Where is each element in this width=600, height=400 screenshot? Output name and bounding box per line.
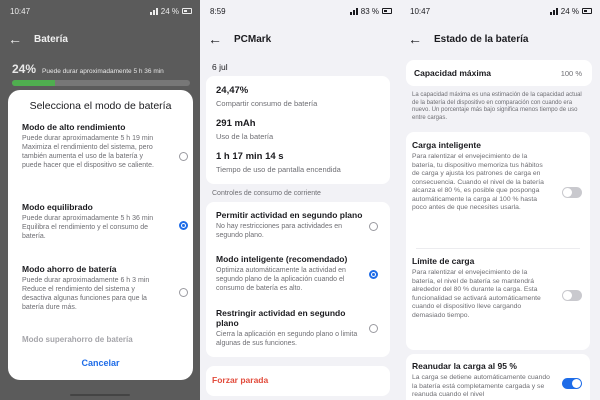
battery-duration-text: Puede durar aproximadamente 5 h 36 min <box>42 68 164 75</box>
page-title: Batería <box>34 33 68 45</box>
back-arrow-icon[interactable]: ← <box>208 32 222 46</box>
option-resume-95[interactable]: Reanudar la carga al 95 % La carga se de… <box>412 361 552 400</box>
battery-percent: 83 % <box>360 6 379 16</box>
power-controls-card: Permitir actividad en segundo plano No h… <box>206 202 390 357</box>
battery-icon <box>582 8 592 14</box>
battery-mode-sheet: Selecciona el modo de batería Modo de al… <box>8 90 193 380</box>
max-capacity-note: La capacidad máxima es una estimación de… <box>412 92 582 121</box>
stat-screen-time: 1 h 17 min 14 s Tiempo de uso de pantall… <box>216 151 341 174</box>
option-title: Modo ahorro de batería <box>22 264 117 274</box>
stat-label: Uso de la batería <box>216 132 274 141</box>
stat-value: 291 mAh <box>216 118 256 129</box>
battery-level-bar <box>12 80 190 86</box>
control-title: Permitir actividad en segundo plano <box>216 210 363 220</box>
radio-smart-mode[interactable] <box>369 270 378 279</box>
option-title: Modo de alto rendimiento <box>22 122 126 132</box>
toggle-smart-charging[interactable] <box>562 187 582 198</box>
option-battery-saver[interactable]: Modo ahorro de batería Puede durar aprox… <box>22 264 188 312</box>
status-time: 10:47 <box>10 6 31 16</box>
max-capacity-label: Capacidad máxima <box>414 68 492 78</box>
app-header: ← Batería <box>0 22 200 56</box>
battery-icon <box>382 8 392 14</box>
status-bar: 8:59 83 % <box>200 0 400 22</box>
option-description: Puede durar aproximadamente 5 h 19 min M… <box>22 135 154 169</box>
page-title: Estado de la batería <box>434 33 529 45</box>
stat-usage: 291 mAh Uso de la batería <box>216 118 273 141</box>
option-balanced[interactable]: Modo equilibrado Puede durar aproximadam… <box>22 202 188 241</box>
battery-level-text: 24% <box>12 62 37 76</box>
option-smart-charging[interactable]: Carga inteligente Para ralentizar el env… <box>412 140 552 213</box>
battery-health-screen: 10:47 24 % ← Estado de la batería Capaci… <box>400 0 600 400</box>
back-arrow-icon[interactable]: ← <box>408 32 422 46</box>
option-description: Puede durar aproximadamente 5 h 36 min E… <box>22 215 154 240</box>
signal-icon <box>549 7 558 15</box>
force-stop-button[interactable]: Forzar parada <box>212 375 268 385</box>
battery-summary: 24% Puede durar aproximadamente 5 h 36 m… <box>12 62 164 76</box>
option-high-performance[interactable]: Modo de alto rendimiento Puede durar apr… <box>22 122 188 170</box>
app-battery-screen: 8:59 83 % ← PCMark 6 jul 24,47% Comparti… <box>200 0 400 400</box>
option-title: Reanudar la carga al 95 % <box>412 361 517 371</box>
control-allow-background[interactable]: Permitir actividad en segundo plano No h… <box>216 210 366 240</box>
option-description: Para ralentizar el envejecimiento de la … <box>412 269 541 319</box>
stat-label: Compartir consumo de batería <box>216 99 318 108</box>
toggle-charge-limit[interactable] <box>562 290 582 301</box>
battery-mode-screen: 10:47 24 % ← Batería 24% Puede durar apr… <box>0 0 200 400</box>
option-title: Carga inteligente <box>412 140 481 150</box>
control-title: Restringir actividad en segundo plano <box>216 308 346 328</box>
back-arrow-icon[interactable]: ← <box>8 32 22 46</box>
section-label: Controles de consumo de corriente <box>212 190 321 197</box>
signal-icon <box>349 7 358 15</box>
control-restrict-background[interactable]: Restringir actividad en segundo plano Ci… <box>216 308 366 348</box>
max-capacity-value: 100 % <box>560 69 582 78</box>
radio-battery-saver[interactable] <box>179 288 188 297</box>
toggle-resume-95[interactable] <box>562 378 582 389</box>
battery-level-fill <box>12 80 55 86</box>
option-description: Puede durar aproximadamente 6 h 3 min Re… <box>22 277 150 311</box>
control-description: Cierra la aplicación en segundo plano o … <box>216 331 358 347</box>
charging-options-card: Carga inteligente Para ralentizar el env… <box>406 132 590 350</box>
stat-label: Tiempo de uso de pantalla encendida <box>216 165 341 174</box>
usage-date: 6 jul <box>212 62 228 72</box>
page-title: PCMark <box>234 33 272 45</box>
sheet-title: Selecciona el modo de batería <box>29 100 172 112</box>
control-title: Modo inteligente (recomendado) <box>216 254 348 264</box>
option-title: Modo equilibrado <box>22 202 93 212</box>
battery-percent: 24 % <box>160 6 179 16</box>
option-charge-limit[interactable]: Límite de carga Para ralentizar el envej… <box>412 256 552 320</box>
status-time: 8:59 <box>210 6 226 16</box>
resume-charge-card: Reanudar la carga al 95 % La carga se de… <box>406 354 590 400</box>
radio-allow-background[interactable] <box>369 222 378 231</box>
radio-restrict-background[interactable] <box>369 324 378 333</box>
stat-value: 1 h 17 min 14 s <box>216 151 284 162</box>
divider <box>416 248 580 249</box>
option-description: Para ralentizar el envejecimiento de la … <box>412 153 544 211</box>
usage-stats-card: 24,47% Compartir consumo de batería 291 … <box>206 76 390 184</box>
option-description: La carga se detiene automáticamente cuan… <box>412 374 550 398</box>
option-title: Límite de carga <box>412 256 475 266</box>
signal-icon <box>149 7 158 15</box>
status-time: 10:47 <box>410 6 431 16</box>
control-description: No hay restricciones para actividades en… <box>216 223 343 239</box>
radio-high-performance[interactable] <box>179 152 188 161</box>
status-bar: 10:47 24 % <box>400 0 600 22</box>
option-super-saver[interactable]: Modo superahorro de batería <box>22 335 133 344</box>
app-header: ← PCMark <box>200 22 400 56</box>
status-bar: 10:47 24 % <box>0 0 200 22</box>
stat-share: 24,47% Compartir consumo de batería <box>216 85 317 108</box>
control-description: Optimiza automáticamente la actividad en… <box>216 267 346 292</box>
cancel-button[interactable]: Cancelar <box>8 358 193 368</box>
max-capacity-card: Capacidad máxima 100 % <box>406 60 592 86</box>
radio-balanced[interactable] <box>179 221 188 230</box>
stat-value: 24,47% <box>216 85 249 96</box>
control-smart-mode[interactable]: Modo inteligente (recomendado) Optimiza … <box>216 254 366 293</box>
battery-icon <box>182 8 192 14</box>
gesture-handle <box>70 394 130 396</box>
battery-percent: 24 % <box>560 6 579 16</box>
app-header: ← Estado de la batería <box>400 22 600 56</box>
